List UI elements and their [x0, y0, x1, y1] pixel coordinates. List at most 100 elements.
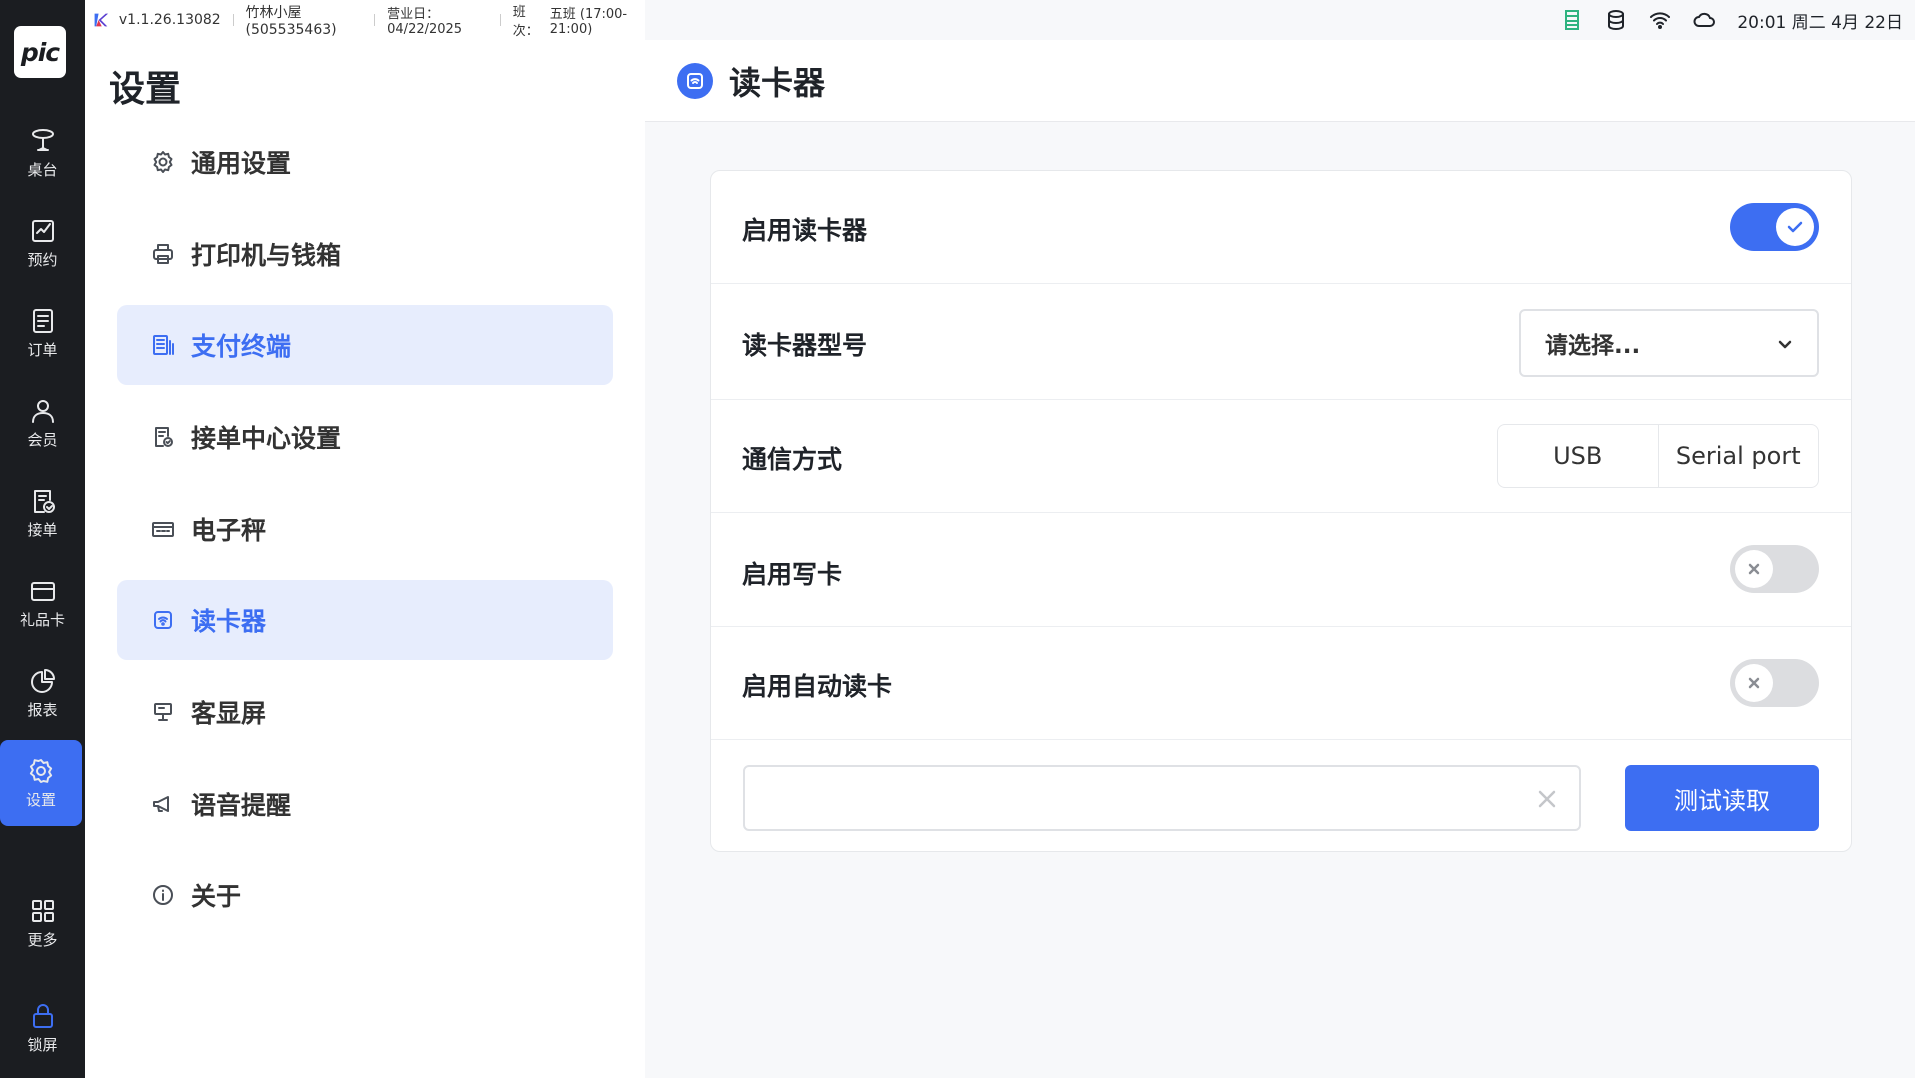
business-day: 营业日：04/22/2025 [387, 7, 463, 37]
nav-item-settings[interactable]: 设置 [0, 740, 82, 826]
nav-label: 更多 [27, 930, 58, 949]
settings-item-voice-reminder[interactable]: 语音提醒 [117, 764, 613, 844]
settings-item-label: 打印机与钱箱 [191, 241, 342, 270]
row-label: 通信方式 [742, 445, 843, 474]
content-title: 读卡器 [729, 63, 826, 102]
payment-terminal-icon [153, 335, 174, 355]
divider [374, 14, 376, 26]
settings-icon [29, 758, 53, 783]
nav-label: 预约 [27, 250, 58, 269]
database-icon[interactable] [1605, 9, 1627, 31]
nav-label: 会员 [27, 430, 58, 449]
divider [232, 14, 234, 26]
settings-item-general[interactable]: 通用设置 [117, 122, 613, 202]
clear-icon[interactable] [1535, 787, 1559, 811]
settings-item-about[interactable]: 关于 [117, 855, 613, 935]
nav-item-lock[interactable]: 锁屏 [0, 985, 85, 1071]
settings-item-label: 语音提醒 [191, 791, 292, 820]
row-label: 启用写卡 [742, 560, 843, 589]
printer-icon [153, 244, 173, 264]
settings-item-label: 支付终端 [191, 332, 292, 361]
member-icon [31, 399, 54, 423]
cloud-icon[interactable] [1693, 9, 1716, 31]
nav-item-more[interactable]: 更多 [0, 880, 85, 966]
row-label: 读卡器型号 [742, 331, 868, 360]
customer-display-icon [154, 703, 172, 721]
clock: 20:01 周二 4月 22日 [1737, 12, 1903, 33]
enable-auto-read-toggle[interactable] [1730, 659, 1819, 707]
gift-card-icon [30, 581, 55, 601]
order-center-icon [155, 427, 173, 447]
wifi-icon[interactable] [1649, 9, 1671, 31]
scale-icon [152, 522, 174, 537]
nav-label: 礼品卡 [19, 610, 65, 629]
toggle-knob [1776, 208, 1814, 246]
test-read-button[interactable]: 测试读取 [1625, 765, 1819, 831]
nav-item-gift-card[interactable]: 礼品卡 [0, 560, 85, 646]
row-comm-method: 通信方式 USB Serial port [711, 400, 1851, 513]
brand-logo-icon [94, 13, 109, 27]
app-logo: pic [14, 26, 66, 78]
settings-item-card-reader[interactable]: 读卡器 [117, 580, 613, 660]
close-icon [1748, 677, 1760, 689]
left-navigation: pic 桌台 预约 订单 会员 接单 礼品卡 报表 设置 更多 锁屏 [0, 0, 85, 1078]
toggle-knob [1735, 664, 1773, 702]
settings-item-label: 通用设置 [191, 149, 292, 178]
settings-panel: 设置 通用设置 打印机与钱箱 支付终端 接单中心设置 电子秤 读卡器 客显屏 语… [85, 40, 645, 1078]
spreadsheet-icon[interactable] [1561, 9, 1583, 31]
nav-label: 订单 [27, 340, 58, 359]
lock-icon [32, 1003, 53, 1028]
shift-label: 班次： [512, 5, 539, 39]
settings-item-customer-display[interactable]: 客显屏 [117, 672, 613, 752]
megaphone-icon [153, 796, 169, 812]
enable-reader-toggle[interactable] [1730, 203, 1819, 251]
nav-label: 报表 [27, 700, 58, 719]
shift-value: 五班 (17:00-21:00) [549, 7, 628, 37]
nav-item-order[interactable]: 订单 [0, 290, 85, 376]
more-icon [31, 899, 54, 922]
settings-item-label: 关于 [191, 882, 242, 911]
settings-item-label: 读卡器 [191, 607, 267, 636]
nav-item-member[interactable]: 会员 [0, 380, 85, 466]
nav-item-report[interactable]: 报表 [0, 650, 85, 736]
nav-label: 接单 [27, 520, 58, 539]
settings-item-label: 接单中心设置 [191, 424, 342, 453]
nav-label: 锁屏 [27, 1035, 58, 1054]
comm-option-usb[interactable]: USB [1498, 425, 1658, 487]
row-label: 启用自动读卡 [742, 672, 893, 701]
order-icon [32, 308, 53, 333]
select-placeholder: 请选择... [1545, 333, 1641, 359]
settings-item-payment-terminal[interactable]: 支付终端 [117, 305, 613, 385]
app-version: v1.1.26.13082 [118, 12, 221, 28]
nav-label: 桌台 [27, 160, 58, 179]
test-read-input[interactable] [743, 765, 1581, 831]
accept-order-icon [33, 489, 55, 513]
nav-item-table[interactable]: 桌台 [0, 110, 85, 196]
row-enable-auto-read: 启用自动读卡 [711, 627, 1851, 740]
comm-method-segmented: USB Serial port [1497, 424, 1819, 488]
card-reader-icon [154, 611, 172, 629]
table-icon [31, 128, 54, 151]
nav-item-accept-order[interactable]: 接单 [0, 470, 85, 556]
reader-model-select[interactable]: 请选择... [1519, 309, 1819, 377]
nav-item-reservation[interactable]: 预约 [0, 200, 85, 286]
reservation-icon [31, 219, 54, 242]
chevron-down-icon [1778, 340, 1792, 349]
info-icon [153, 885, 173, 905]
row-enable-write: 启用写卡 [711, 513, 1851, 627]
gear-icon [153, 151, 173, 173]
toggle-knob [1735, 550, 1773, 588]
settings-item-printer[interactable]: 打印机与钱箱 [117, 214, 613, 294]
nav-label: 设置 [25, 790, 56, 809]
page-title: 设置 [109, 69, 182, 110]
comm-option-serial-port[interactable]: Serial port [1657, 425, 1819, 487]
settings-item-scale[interactable]: 电子秤 [117, 489, 613, 569]
content-header: 读卡器 [645, 40, 1915, 122]
card-reader-settings-card: 启用读卡器 读卡器型号 请选择... 通信方式 USB Serial port … [710, 170, 1852, 852]
enable-write-toggle[interactable] [1730, 545, 1819, 593]
status-indicators: 20:01 周二 4月 22日 [1561, 0, 1903, 40]
settings-item-order-center[interactable]: 接单中心设置 [117, 397, 613, 477]
row-reader-model: 读卡器型号 请选择... [711, 284, 1851, 400]
settings-item-label: 电子秤 [191, 516, 267, 545]
status-bar: v1.1.26.13082 竹林小屋(505535463) 营业日：04/22/… [85, 0, 645, 40]
